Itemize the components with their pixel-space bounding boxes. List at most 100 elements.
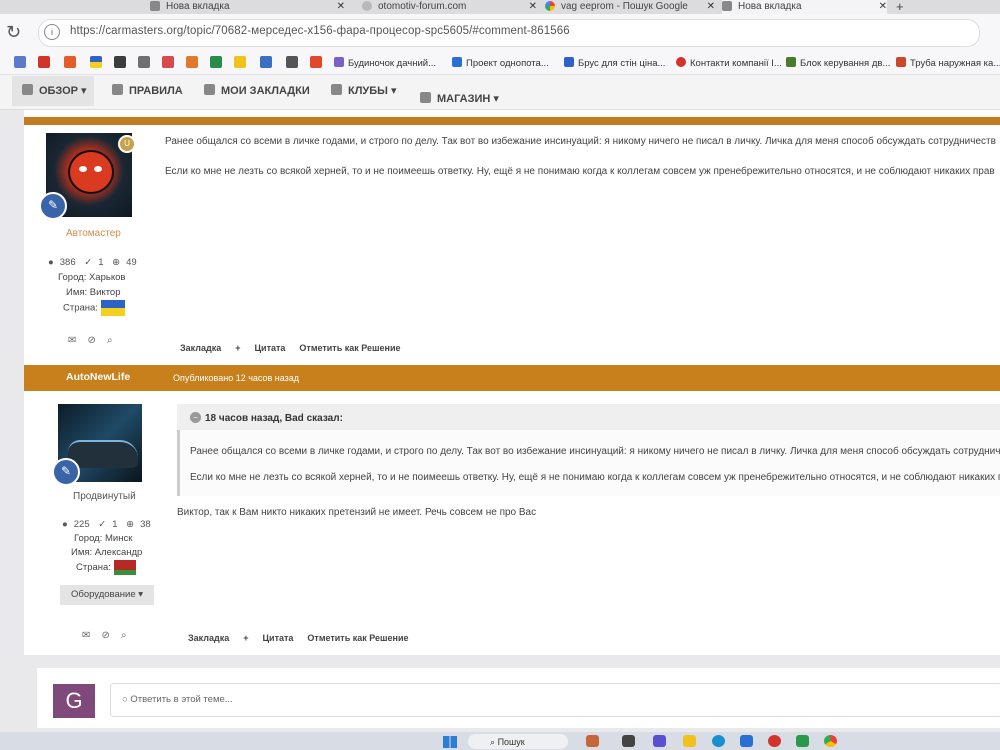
folder-icon	[22, 84, 33, 95]
taskbar-app-icon[interactable]	[586, 735, 599, 747]
warning-icon	[112, 84, 123, 95]
bookmark-item[interactable]: Блок керування дв...	[786, 57, 890, 69]
close-icon[interactable]: ✕	[707, 0, 715, 14]
user-stats: ● 225 ✓ 1 ⊕ 38	[62, 519, 151, 530]
rss-icon[interactable]	[14, 56, 26, 68]
bookmark-icon[interactable]	[310, 56, 322, 68]
bookmark-icon	[334, 57, 344, 67]
mail-icon[interactable]: ✉	[68, 335, 76, 346]
bookmark-icon[interactable]	[286, 56, 298, 68]
bookmark-item[interactable]: Проект однопота...	[452, 57, 549, 69]
bookmark-icon[interactable]	[234, 56, 246, 68]
windows-start-icon[interactable]	[443, 736, 457, 748]
post-author[interactable]: AutoNewLife	[66, 371, 130, 383]
reply-input[interactable]	[110, 683, 1000, 717]
avatar-eye	[94, 166, 102, 172]
flag-icon[interactable]	[90, 56, 102, 68]
avatar-eye	[79, 166, 87, 172]
bookmark-icon[interactable]	[64, 56, 76, 68]
avatar-face	[68, 150, 114, 194]
check-icon: ✓	[84, 257, 93, 268]
bookmark-icon[interactable]	[114, 56, 126, 68]
user-stats: ● 386 ✓ 1 ⊕ 49	[48, 257, 137, 268]
quote-link[interactable]: Цитата	[254, 343, 285, 353]
tab-otomotiv[interactable]: otomotiv-forum.com ✕	[362, 0, 537, 14]
user-rank: Автомастер	[66, 228, 121, 239]
close-icon[interactable]: ✕	[337, 0, 345, 14]
nav-rules[interactable]: ПРАВИЛА	[112, 84, 183, 97]
tab-page-icon	[722, 1, 732, 12]
post-date[interactable]: Опубликовано 12 часов назад	[173, 373, 299, 383]
nav-overview[interactable]: ОБЗОР ▾	[22, 84, 87, 97]
document-icon	[204, 84, 215, 95]
store-icon[interactable]	[740, 735, 753, 747]
quote-text: Если ко мне не лезть со всякой херней, т…	[190, 472, 1000, 483]
post-actions: Закладка + Цитата Отметить как Решение	[188, 633, 423, 643]
bookmark-item[interactable]: Будиночок дачний...	[334, 57, 436, 69]
check-icon: ✓	[98, 519, 107, 530]
taskbar-search-label[interactable]: ⌕ Пошук	[490, 737, 525, 748]
teams-icon[interactable]	[653, 735, 666, 747]
taskbar-app-icon[interactable]	[796, 735, 809, 747]
quote-link[interactable]: Цитата	[262, 633, 293, 643]
edge-icon[interactable]	[712, 735, 725, 747]
nav-bookmarks[interactable]: МОИ ЗАКЛАДКИ	[204, 84, 310, 97]
close-icon[interactable]: ✕	[529, 0, 537, 14]
chevron-down-icon: ▾	[493, 93, 499, 105]
close-icon[interactable]: ✕	[879, 0, 887, 14]
url-text[interactable]: https://carmasters.org/topic/70682-мерсе…	[70, 25, 570, 37]
post-tools: ✉ ⊘ ⌕	[68, 335, 113, 346]
site-info-icon[interactable]: i	[44, 24, 60, 40]
tab-new-1[interactable]: Нова вкладка ✕	[150, 0, 345, 14]
plus-icon[interactable]: +	[235, 343, 240, 353]
quote-citation[interactable]: 18 часов назад, Bad сказал:	[205, 413, 343, 424]
bookmark-item[interactable]: Труба наружная ка...	[896, 57, 1000, 69]
reload-icon[interactable]: ↻	[6, 22, 21, 43]
tab-google[interactable]: vag eeprom - Пошук Google ✕	[545, 0, 715, 14]
users-icon	[331, 84, 342, 95]
block-icon[interactable]: ⊘	[102, 630, 110, 641]
post-header	[24, 365, 1000, 391]
reply-placeholder[interactable]: ○ Ответить в этой теме...	[122, 694, 233, 705]
post-actions: Закладка + Цитата Отметить как Решение	[180, 343, 415, 353]
chrome-icon[interactable]	[824, 735, 837, 747]
nav-shop[interactable]: МАГАЗИН ▾	[420, 92, 499, 105]
bookmark-icon[interactable]	[38, 56, 50, 68]
bookmark-icon	[786, 57, 796, 67]
nav-clubs[interactable]: КЛУБЫ ▾	[331, 84, 397, 97]
avatar: G	[53, 684, 95, 718]
bookmark-icon[interactable]	[186, 56, 198, 68]
folder-icon[interactable]	[683, 735, 696, 747]
block-icon[interactable]: ⊘	[88, 335, 96, 346]
user-country: Страна:	[63, 300, 125, 316]
bookmark-link[interactable]: Закладка	[180, 343, 221, 353]
bookmark-icon[interactable]	[210, 56, 222, 68]
tab-new-2[interactable]: Нова вкладка ✕	[722, 0, 887, 14]
cart-icon	[420, 92, 431, 103]
search-icon[interactable]: ⌕	[121, 630, 127, 641]
bookmark-link[interactable]: Закладка	[188, 633, 229, 643]
opera-icon[interactable]	[768, 735, 781, 747]
bookmark-icon[interactable]	[162, 56, 174, 68]
chevron-down-icon: ▾	[391, 85, 397, 97]
chevron-down-icon: ▾	[81, 85, 87, 97]
quote-collapse-icon[interactable]: −	[190, 412, 201, 423]
equipment-dropdown[interactable]: Оборудование ▾	[60, 585, 154, 605]
mark-solution-link[interactable]: Отметить как Решение	[299, 343, 400, 353]
flag-belarus-icon	[113, 560, 136, 575]
windows-icon	[452, 57, 462, 67]
bookmark-icon[interactable]	[138, 56, 150, 68]
globe-icon	[362, 1, 372, 12]
rank-shield-icon: U	[118, 135, 136, 153]
tab-page-icon	[150, 1, 160, 12]
bookmark-item[interactable]: Контакти компанії I...	[676, 57, 782, 69]
mark-solution-link[interactable]: Отметить как Решение	[307, 633, 408, 643]
mail-icon[interactable]: ✉	[82, 630, 90, 641]
task-view-icon[interactable]	[622, 735, 635, 747]
search-icon[interactable]: ⌕	[107, 335, 113, 346]
new-tab-button[interactable]: +	[896, 0, 916, 14]
post-text: Виктор, так к Вам никто никаких претензи…	[177, 507, 537, 518]
bookmark-item[interactable]: Брус для стін ціна...	[564, 57, 665, 69]
plus-icon[interactable]: +	[243, 633, 248, 643]
bookmark-icon[interactable]	[260, 56, 272, 68]
